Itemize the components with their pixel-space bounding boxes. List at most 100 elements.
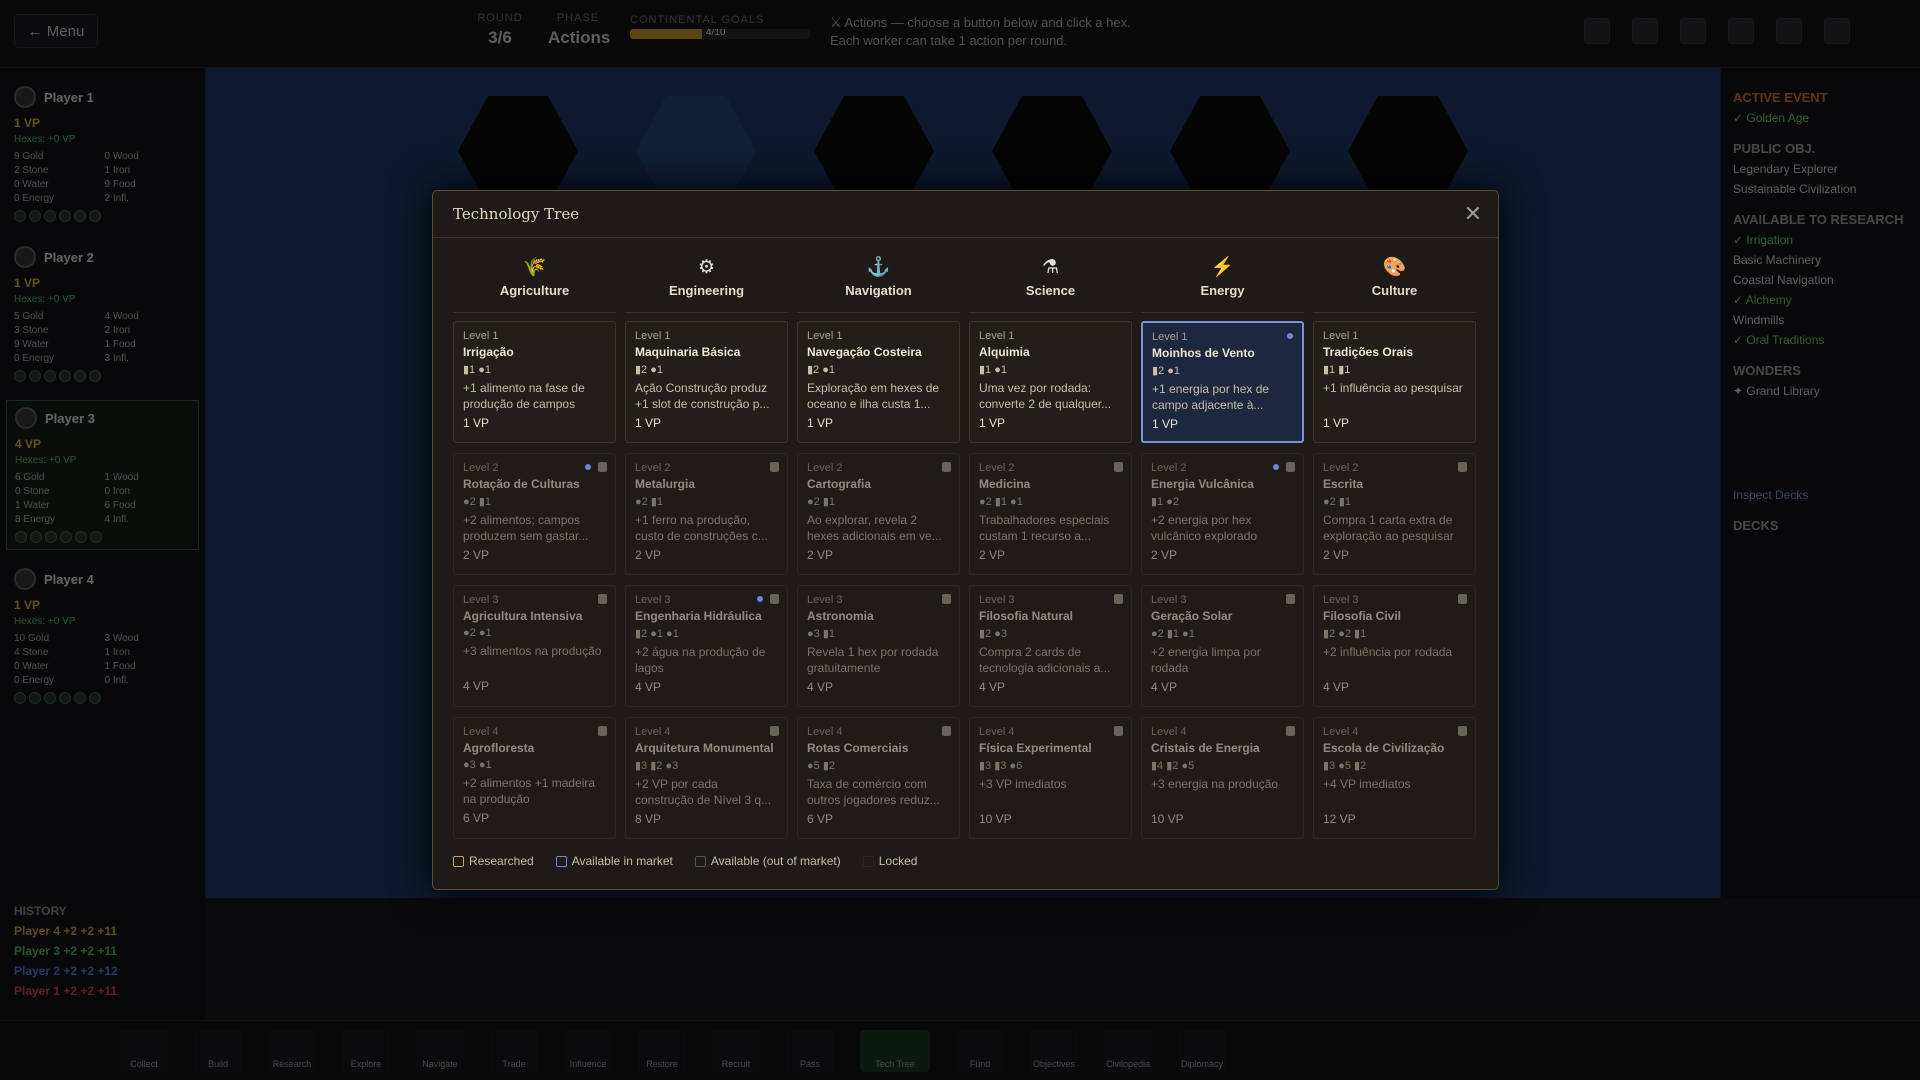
tech-card[interactable]: Level 3 Astronomia ●3 ▮1 Revela 1 hex po… [797, 585, 960, 707]
player-card[interactable]: Player 4 1 VP Hexes: +0 VP 10 Gold 3 Wood… [6, 562, 199, 710]
worker-dot [59, 210, 71, 222]
tech-cost: ▮2 ●1 ●1 [635, 628, 679, 640]
legend-item: Researched [453, 854, 534, 868]
action-button-civilopedia[interactable]: Civilopedia [1104, 1029, 1152, 1072]
tech-description: Ação Construção produz +1 slot de constr… [635, 381, 770, 411]
player-card[interactable]: Player 2 1 VP Hexes: +0 VP 5 Gold 4 Wood 3… [6, 240, 199, 388]
legend-swatch [453, 855, 464, 867]
tech-description: +2 alimentos; campos produzem sem gastar… [463, 513, 589, 543]
close-button[interactable]: ✕ [1458, 199, 1488, 229]
tech-level: Level 2 [979, 462, 1015, 474]
action-button-influence[interactable]: Influence [564, 1029, 612, 1072]
modal-title: Technology Tree [453, 205, 580, 223]
action-button-build[interactable]: Build [194, 1029, 242, 1072]
history-title: HISTORY [14, 904, 67, 918]
tech-level: Level 2 [807, 462, 843, 474]
action-button-navigate[interactable]: Navigate [416, 1029, 464, 1072]
action-button-objectives[interactable]: Objectives [1030, 1029, 1078, 1072]
action-button-pass[interactable]: Pass [786, 1029, 834, 1072]
tech-card[interactable]: Level 2 Cartografia ●2 ▮1 Ao explorar, r… [797, 453, 960, 575]
legend-label: Locked [878, 854, 918, 868]
tech-card[interactable]: Level 3 Engenharia Hidráulica ▮2 ●1 ●1 +… [625, 585, 788, 707]
tech-card[interactable]: Level 4 Cristais de Energia ▮4 ▮2 ●5 +3 … [1141, 717, 1304, 839]
legend-label: Available in market [571, 854, 673, 868]
tech-card[interactable]: Level 1 Maquinaria Básica ▮2 ●1 Ação Con… [625, 321, 788, 443]
tech-vp: 4 VP [1323, 680, 1350, 694]
tech-vp: 10 VP [1151, 812, 1184, 826]
legend-label: Available (out of market) [710, 854, 841, 868]
action-button-diplomacy[interactable]: Diplomacy [1178, 1029, 1226, 1072]
lock-icon [942, 726, 951, 736]
tech-level: Level 1 [1152, 331, 1188, 343]
tech-vp: 1 VP [635, 416, 662, 430]
tech-card[interactable]: Level 1 Alquimia ▮1 ●1 Uma vez por rodad… [969, 321, 1132, 443]
action-button-tech-tree[interactable]: Tech Tree [860, 1029, 930, 1072]
player-card[interactable]: Player 1 1 VP Hexes: +0 VP 9 Gold 0 Wood 2… [6, 80, 199, 228]
tech-card[interactable]: Level 3 Filosofia Civil ▮2 ●2 ▮1 +2 infl… [1313, 585, 1476, 707]
tech-level: Level 1 [979, 330, 1015, 342]
lock-icon [1458, 594, 1467, 604]
tech-cost: ▮4 ▮2 ●5 [1151, 760, 1195, 772]
tech-level: Level 4 [1151, 726, 1187, 738]
tech-cost: ●3 ▮1 [807, 628, 835, 640]
tech-card[interactable]: Level 2 Medicina ●2 ▮1 ●1 Trabalhadores … [969, 453, 1132, 575]
players-panel: Player 1 1 VP Hexes: +0 VP 9 Gold 0 Wood 2… [0, 68, 206, 898]
worker-dot [29, 210, 41, 222]
action-button-explore[interactable]: Explore [342, 1029, 390, 1072]
player-header: Player 1 [14, 86, 191, 108]
save-icon[interactable] [1824, 18, 1850, 44]
avatar [15, 407, 37, 429]
tech-level: Level 2 [635, 462, 671, 474]
tech-card[interactable]: Level 1 Irrigação ▮1 ●1 +1 alimento na f… [453, 321, 616, 443]
tech-card[interactable]: Level 1 Moinhos de Vento ▮2 ●1 +1 energi… [1141, 321, 1304, 443]
tech-card[interactable]: Level 2 Escrita ●2 ▮1 Compra 1 carta ext… [1313, 453, 1476, 575]
doc-icon[interactable] [1680, 18, 1706, 44]
worker-dot [14, 692, 26, 704]
column-energy: ⚡ Energy [1141, 255, 1304, 313]
tech-card[interactable]: Level 2 Metalurgia ●2 ▮1 +1 ferro na pro… [625, 453, 788, 575]
resource-value: 9 Gold [14, 151, 44, 162]
worker-dot [14, 370, 26, 382]
action-button-trade[interactable]: Trade [490, 1029, 538, 1072]
tech-card[interactable]: Level 3 Filosofia Natural ▮2 ●3 Compra 2… [969, 585, 1132, 707]
tech-card[interactable]: Level 3 Geração Solar ●2 ▮1 ●1 +2 energi… [1141, 585, 1304, 707]
tech-vp: 4 VP [463, 679, 490, 693]
info-icon[interactable] [1728, 18, 1754, 44]
worker-dot [59, 370, 71, 382]
action-button-recruit[interactable]: Recruit [712, 1029, 760, 1072]
tech-cost: ▮1 ●1 [979, 364, 1007, 376]
action-button-fund[interactable]: Fund [956, 1029, 1004, 1072]
inspect-decks-button[interactable]: Inspect Decks [1733, 488, 1908, 502]
action-button-collect[interactable]: Collect [120, 1029, 168, 1072]
worker-dot [45, 531, 57, 543]
tech-card[interactable]: Level 4 Agrofloresta ●3 ●1 +2 alimentos … [453, 717, 616, 839]
column-engineering: ⚙ Engineering [625, 255, 788, 313]
cards-icon[interactable] [1632, 18, 1658, 44]
progress-bar: 4/10 [630, 29, 810, 39]
resource-value: 1 Food [104, 339, 136, 350]
player-card[interactable]: Player 3 4 VP Hexes: +0 VP 6 Gold 1 Wood 0… [6, 400, 199, 550]
tech-card[interactable]: Level 2 Energia Vulcânica ▮1 ●2 +2 energ… [1141, 453, 1304, 575]
worker-dot [44, 210, 56, 222]
tech-card[interactable]: Level 4 Escola de Civilização ▮3 ●5 ▮2 +… [1313, 717, 1476, 839]
tech-card[interactable]: Level 1 Navegação Costeira ▮2 ●1 Explora… [797, 321, 960, 443]
log-icon[interactable] [1584, 18, 1610, 44]
tech-vp: 8 VP [635, 812, 662, 826]
tech-vp: 12 VP [1323, 812, 1356, 826]
column-name: Engineering [668, 283, 745, 298]
gear-icon[interactable] [1776, 18, 1802, 44]
phase-indicator: PHASE Actions [548, 12, 610, 48]
tech-card[interactable]: Level 3 Agricultura Intensiva ●2 ●1 +3 a… [453, 585, 616, 707]
tech-card[interactable]: Level 4 Arquitetura Monumental ▮3 ▮2 ●3 … [625, 717, 788, 839]
research-item: Basic Machinery [1733, 253, 1822, 267]
menu-button[interactable]: ← Menu [14, 14, 98, 48]
tech-card[interactable]: Level 4 Rotas Comerciais ●5 ▮2 Taxa de c… [797, 717, 960, 839]
action-button-restore[interactable]: Restore [638, 1029, 686, 1072]
tech-card[interactable]: Level 4 Física Experimental ▮3 ▮3 ●6 +3 … [969, 717, 1132, 839]
tech-vp: 2 VP [807, 548, 834, 562]
tech-card[interactable]: Level 1 Tradições Orais ▮1 ▮1 +1 influên… [1313, 321, 1476, 443]
action-button-research[interactable]: Research [268, 1029, 316, 1072]
tech-card[interactable]: Level 2 Rotação de Culturas ●2 ▮1 +2 ali… [453, 453, 616, 575]
player-vp: 1 VP [14, 116, 41, 130]
toolbar-icons [1584, 18, 1850, 44]
